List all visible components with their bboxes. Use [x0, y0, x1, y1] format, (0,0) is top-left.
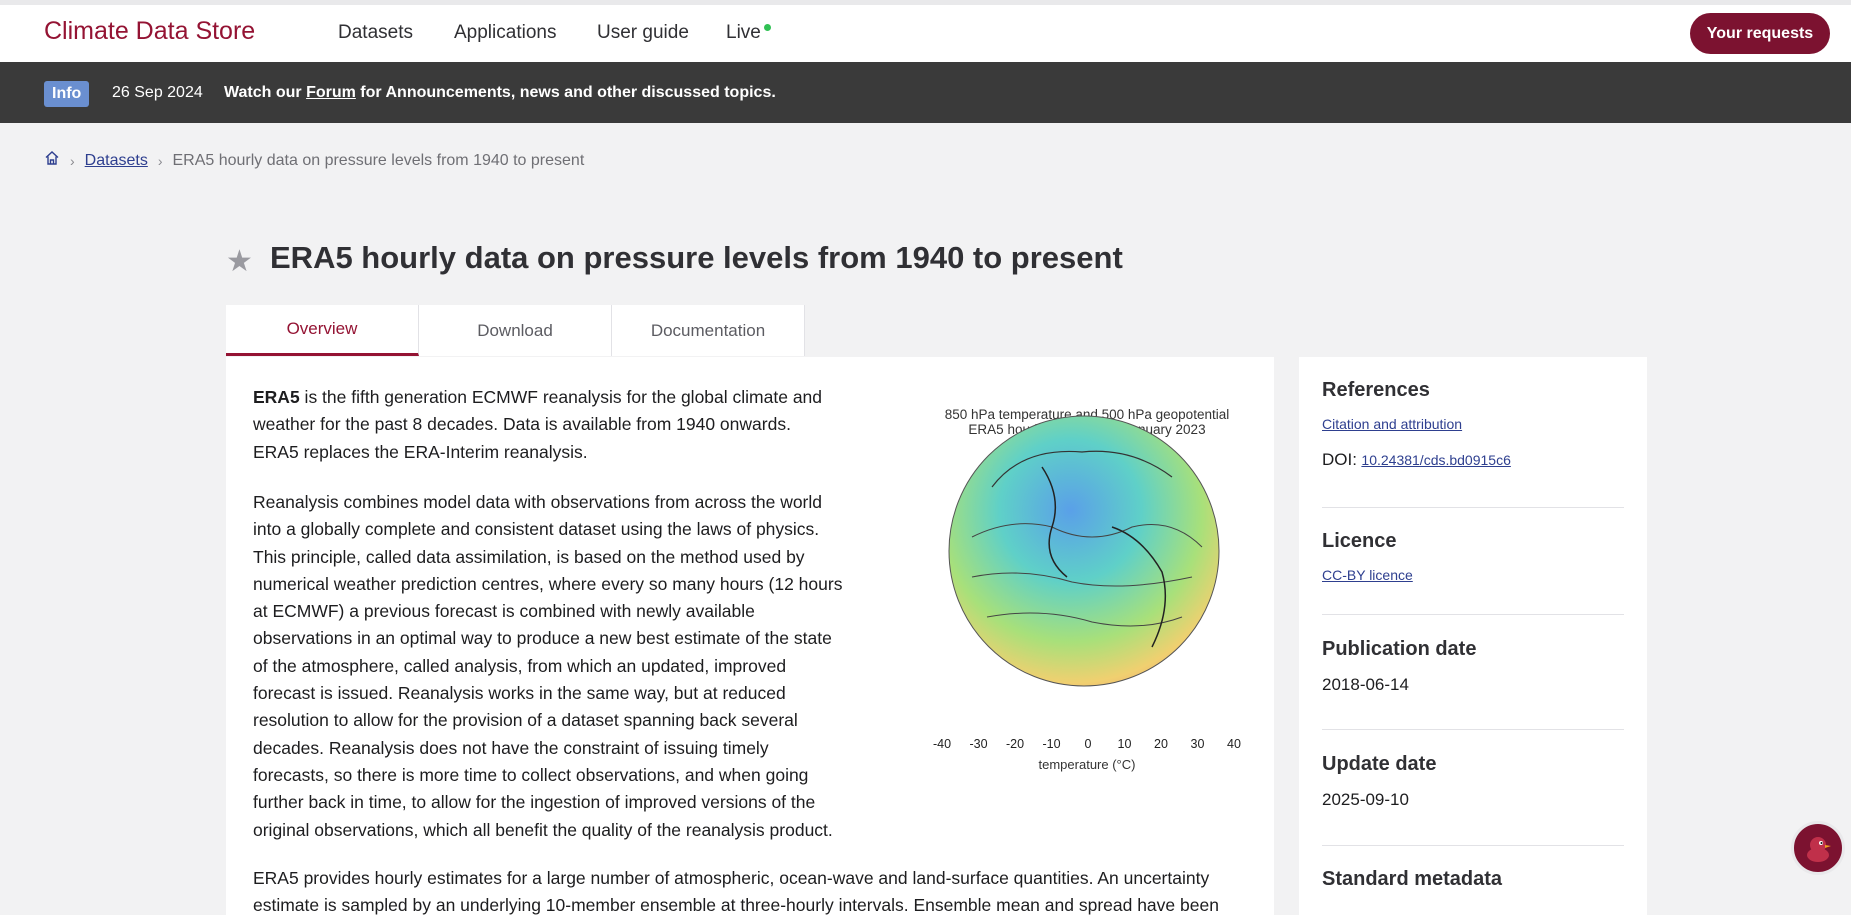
chevron-right-icon: ›: [157, 152, 163, 169]
colorbar-tick: 10: [1117, 737, 1132, 751]
era5-provides-paragraph: ERA5 provides hourly estimates for a lar…: [253, 868, 1219, 915]
intro-text: is the fifth generation ECMWF reanalysis…: [253, 387, 823, 462]
colorbar-tick: -40: [932, 737, 952, 751]
globe-map: [948, 415, 1220, 687]
licence-section: Licence CC-BY licence: [1322, 530, 1624, 585]
tab-overview[interactable]: Overview: [226, 305, 419, 356]
info-msg-pre: Watch our: [224, 84, 307, 101]
chevron-right-icon: ›: [70, 152, 75, 169]
info-banner: Info 26 Sep 2024 Watch our Forum for Ann…: [0, 62, 1851, 123]
brand-logo[interactable]: Climate Data Store: [44, 17, 255, 46]
era5-globe-figure: 850 hPa temperature and 500 hPa geopoten…: [932, 407, 1242, 772]
dataset-tabs: Overview Download Documentation: [226, 305, 805, 356]
favorite-star-icon[interactable]: ★: [226, 244, 253, 279]
page-title: ERA5 hourly data on pressure levels from…: [270, 240, 1123, 275]
doi-label: DOI:: [1322, 450, 1357, 469]
colorbar-ticks: -40 -30 -20 -10 0 10 20 30 40: [933, 737, 1241, 753]
licence-title: Licence: [1322, 530, 1397, 552]
chat-assistant-button[interactable]: [1791, 821, 1845, 875]
standard-metadata-section: Standard metadata: [1322, 868, 1624, 891]
doi-row: DOI: 10.24381/cds.bd0915c6: [1322, 450, 1624, 470]
colorbar-label: temperature (°C): [1038, 757, 1136, 772]
publication-date-section: Publication date 2018-06-14: [1322, 638, 1624, 695]
colorbar-tick: 20: [1154, 737, 1168, 751]
divider: [1322, 845, 1624, 846]
divider: [1322, 614, 1624, 615]
breadcrumb: › Datasets › ERA5 hourly data on pressur…: [44, 150, 584, 171]
references-section: References Citation and attribution DOI:…: [1322, 379, 1624, 470]
colorbar-tick: 40: [1227, 737, 1241, 751]
nav-datasets[interactable]: Datasets: [338, 22, 413, 44]
publication-date-value: 2018-06-14: [1322, 675, 1409, 694]
colorbar-tick: 0: [1084, 737, 1092, 751]
era5-bold: ERA5: [253, 387, 300, 407]
overview-panel: ERA5 is the fifth generation ECMWF reana…: [226, 357, 1274, 915]
references-title: References: [1322, 379, 1430, 401]
publication-date-title: Publication date: [1322, 638, 1477, 660]
citation-link[interactable]: Citation and attribution: [1322, 416, 1462, 432]
info-message: Watch our Forum for Announcements, news …: [224, 84, 776, 102]
update-date-title: Update date: [1322, 753, 1437, 775]
breadcrumb-datasets[interactable]: Datasets: [85, 152, 148, 170]
colorbar-tick: -30: [969, 737, 988, 751]
breadcrumb-current: ERA5 hourly data on pressure levels from…: [172, 151, 585, 169]
licence-link[interactable]: CC-BY licence: [1322, 567, 1413, 583]
live-status-dot: [764, 24, 771, 31]
info-badge: Info: [44, 81, 90, 107]
home-icon[interactable]: [44, 150, 60, 171]
update-date-value: 2025-09-10: [1322, 790, 1409, 809]
colorbar-tick: -10: [1042, 737, 1061, 751]
reanalysis-paragraph: Reanalysis combines model data with obse…: [253, 492, 843, 840]
nav-user-guide[interactable]: User guide: [597, 22, 689, 44]
colorbar-tick: -20: [1005, 737, 1025, 751]
info-msg-post: for Announcements, news and other discus…: [355, 84, 776, 101]
tab-documentation[interactable]: Documentation: [612, 305, 805, 356]
forum-link[interactable]: Forum: [306, 84, 356, 101]
dataset-sidebar: References Citation and attribution DOI:…: [1299, 357, 1647, 915]
nav-applications[interactable]: Applications: [454, 22, 556, 44]
info-date: 26 Sep 2024: [112, 84, 203, 101]
top-header: Climate Data Store Datasets Applications…: [0, 0, 1851, 62]
tab-download[interactable]: Download: [419, 305, 612, 356]
divider: [1322, 507, 1624, 508]
update-date-section: Update date 2025-09-10: [1322, 753, 1624, 810]
intro-paragraph: ERA5 is the fifth generation ECMWF reana…: [253, 384, 833, 466]
standard-metadata-title: Standard metadata: [1322, 868, 1503, 890]
your-requests-button[interactable]: Your requests: [1690, 13, 1830, 54]
nav-live[interactable]: Live: [726, 22, 761, 44]
doi-link[interactable]: 10.24381/cds.bd0915c6: [1361, 452, 1510, 468]
divider: [1322, 729, 1624, 730]
colorbar-tick: 30: [1190, 737, 1205, 751]
duck-mascot-icon: [1807, 837, 1831, 862]
